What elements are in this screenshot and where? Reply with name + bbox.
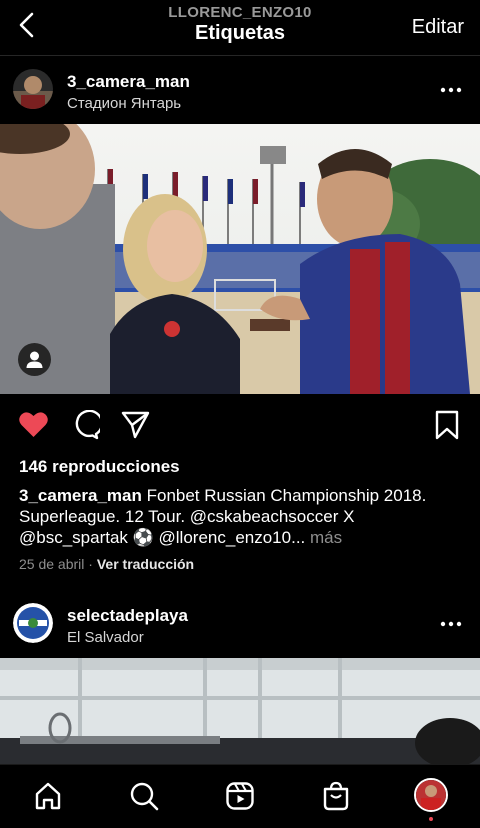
avatar[interactable] — [13, 69, 53, 109]
post-media[interactable] — [0, 124, 480, 394]
more-horizontal-icon[interactable] — [440, 621, 462, 627]
post-media[interactable] — [0, 658, 480, 764]
meta-separator: · — [88, 556, 93, 572]
post-username[interactable]: selectadeplaya — [67, 606, 188, 626]
profile-avatar[interactable] — [414, 778, 448, 812]
caption-more-link[interactable]: más — [310, 528, 342, 547]
post-header: 3_camera_man Стадион Янтарь — [0, 60, 480, 120]
shop-icon[interactable] — [322, 781, 350, 811]
post-header: selectadeplaya El Salvador — [0, 594, 480, 654]
header-divider — [0, 55, 480, 56]
bookmark-icon[interactable] — [434, 410, 460, 440]
profile-username: LLORENC_ENZO10 — [168, 4, 312, 21]
share-icon[interactable] — [120, 410, 151, 440]
more-horizontal-icon[interactable] — [440, 87, 462, 93]
post-meta: 25 de abril · Ver traducción — [19, 556, 194, 572]
home-icon[interactable] — [33, 781, 63, 811]
comment-icon[interactable] — [70, 410, 100, 440]
notification-dot — [429, 817, 433, 821]
bottom-tab-bar — [0, 764, 480, 828]
translate-link[interactable]: Ver traducción — [97, 556, 194, 572]
caption-username[interactable]: 3_camera_man — [19, 486, 142, 505]
post-caption: 3_camera_man Fonbet Russian Championship… — [19, 485, 464, 548]
post-actions — [0, 404, 480, 448]
heart-icon[interactable] — [18, 410, 49, 439]
views-count[interactable]: 146 reproducciones — [19, 457, 180, 477]
page-title: Etiquetas — [194, 22, 286, 44]
reels-icon[interactable] — [225, 781, 255, 811]
post-date: 25 de abril — [19, 556, 85, 572]
top-bar: LLORENC_ENZO10 Etiquetas Editar — [0, 0, 480, 56]
search-icon[interactable] — [129, 781, 159, 811]
post-username[interactable]: 3_camera_man — [67, 72, 190, 92]
user-tag-icon[interactable] — [18, 343, 51, 376]
post-location[interactable]: El Salvador — [67, 629, 144, 646]
edit-button[interactable]: Editar — [412, 16, 464, 39]
post-location[interactable]: Стадион Янтарь — [67, 95, 181, 112]
avatar[interactable] — [13, 603, 53, 643]
